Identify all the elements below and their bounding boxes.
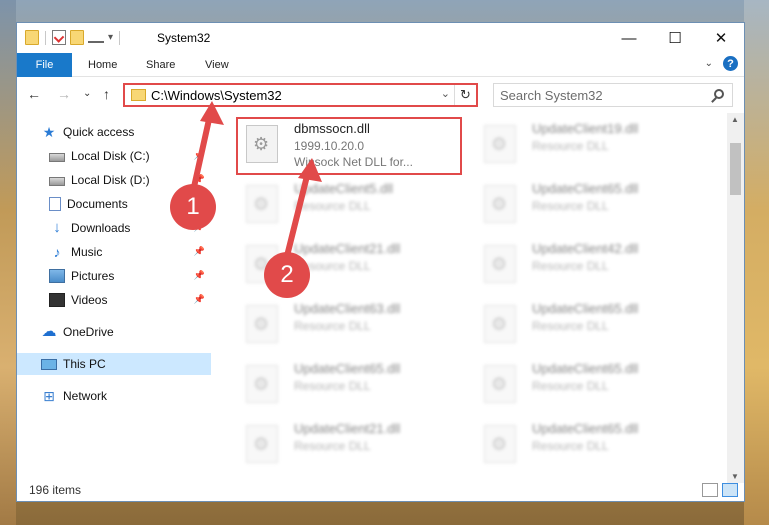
item-count: 196 items [29,483,82,497]
desktop-wallpaper-left [0,0,16,525]
ribbon-tabs: File Home Share View ⌄ ? [17,53,744,77]
network-icon: ⊞ [43,388,55,404]
navigation-bar: ← → ⌄ ↑ C:\Windows\System32 ⌄ ↻ Search S… [17,77,744,113]
file-item[interactable]: UpdateClient65.dll Resource DLL [236,357,474,413]
this-pc-icon [41,358,57,370]
drive-icon [49,177,65,186]
tiles-view-icon[interactable] [722,483,738,497]
dll-file-icon [484,185,516,223]
pin-icon[interactable]: 📌 [194,246,205,257]
dll-file-icon [246,425,278,463]
address-dropdown-icon[interactable]: ⌄ [441,87,450,100]
folder-icon [25,30,39,45]
tab-share[interactable]: Share [146,53,175,77]
desktop-wallpaper-right [744,0,769,525]
qat-dropdown-icon[interactable]: ▾ [108,32,113,43]
search-icon [714,89,724,99]
sidebar-item-videos[interactable]: Videos 📌 [17,289,211,311]
scrollbar-thumb[interactable] [730,143,741,195]
file-item[interactable]: UpdateClient65.dll Resource DLL [474,417,712,473]
dll-file-icon [484,305,516,343]
dll-file-icon [484,245,516,283]
close-button[interactable]: ✕ [698,23,744,53]
tab-home[interactable]: Home [88,53,117,77]
title-bar: ▾ System32 — ☐ ✕ [17,23,744,53]
onedrive-icon: ☁ [41,323,57,340]
window-controls: — ☐ ✕ [606,23,744,53]
dll-file-icon [246,305,278,343]
dll-file-icon [484,125,516,163]
sidebar-item-music[interactable]: ♪ Music 📌 [17,241,211,263]
pin-icon[interactable]: 📌 [194,270,205,281]
window-title: System32 [157,31,211,45]
folder-icon [131,89,146,101]
quick-access-toolbar: ▾ [25,30,122,45]
search-input[interactable]: Search System32 [500,88,603,103]
music-icon: ♪ [53,244,61,260]
search-box[interactable]: Search System32 [493,83,733,107]
sidebar-item-onedrive[interactable]: ☁ OneDrive [17,321,211,343]
tab-file[interactable]: File [17,53,72,77]
explorer-window: ▾ System32 — ☐ ✕ File Home Share View ⌄ … [16,22,745,502]
pictures-icon [49,269,65,283]
highlight-box [236,117,462,175]
minimize-button[interactable]: — [606,23,652,53]
maximize-button[interactable]: ☐ [652,23,698,53]
vertical-scrollbar[interactable]: ▲ ▼ [727,113,744,483]
recent-locations-icon[interactable]: ⌄ [83,88,91,99]
refresh-icon[interactable]: ↻ [454,85,476,105]
dll-file-icon [484,425,516,463]
sidebar-item-pictures[interactable]: Pictures 📌 [17,265,211,287]
help-icon[interactable]: ? [723,56,738,71]
file-item[interactable]: UpdateClient65.dll Resource DLL [474,357,712,413]
downloads-icon: ↓ [53,219,61,236]
forward-arrow-icon[interactable]: → [57,86,71,102]
star-icon: ★ [42,124,56,140]
details-view-icon[interactable] [702,483,718,497]
videos-icon [49,293,65,307]
pin-icon[interactable]: 📌 [194,294,205,305]
file-item[interactable]: UpdateClient65.dll Resource DLL [474,297,712,353]
dll-file-icon [246,365,278,403]
sidebar-item-network[interactable]: ⊞ Network [17,385,211,407]
file-item[interactable]: UpdateClient21.dll Resource DLL [236,417,474,473]
documents-icon [49,197,61,211]
dll-file-icon [484,365,516,403]
up-arrow-icon[interactable]: ↑ [103,86,110,102]
file-item[interactable]: UpdateClient19.dll Resource DLL [474,117,712,173]
properties-icon[interactable] [52,30,66,45]
status-bar: 196 items [17,479,744,501]
file-item[interactable]: UpdateClient42.dll Resource DLL [474,237,712,293]
new-folder-icon[interactable] [70,30,84,45]
expand-ribbon-icon[interactable]: ⌄ [705,58,713,69]
step-badge-2: 2 [264,252,310,298]
customize-toolbar-icon[interactable] [88,33,104,43]
drive-icon [49,153,65,162]
sidebar-item-this-pc[interactable]: This PC [17,353,211,375]
file-item[interactable]: UpdateClient63.dll Resource DLL [236,297,474,353]
file-item[interactable]: UpdateClient65.dll Resource DLL [474,177,712,233]
back-arrow-icon[interactable]: ← [27,86,41,102]
scroll-up-icon[interactable]: ▲ [731,115,739,124]
step-badge-1: 1 [170,184,216,230]
tab-view[interactable]: View [205,53,229,77]
